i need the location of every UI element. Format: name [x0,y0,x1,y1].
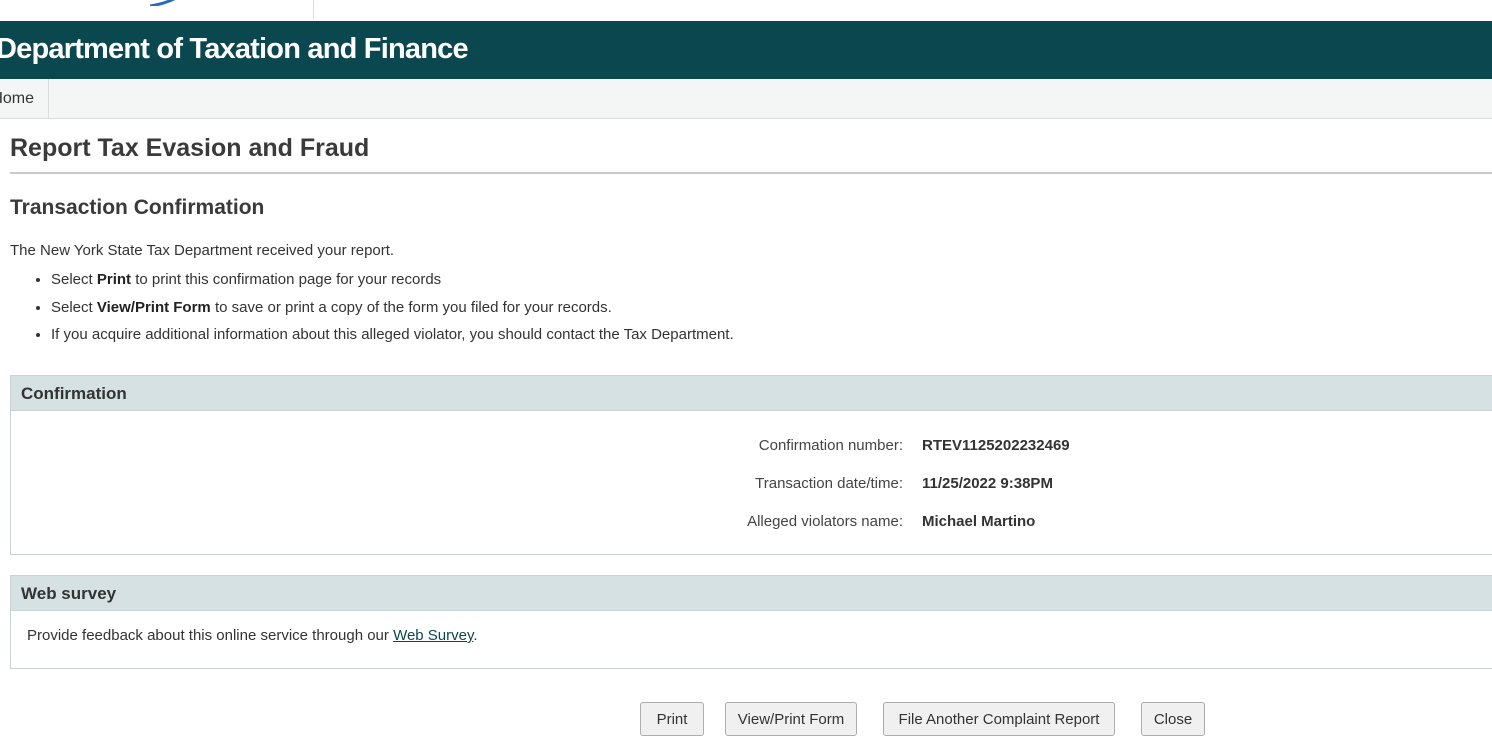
title-divider [10,172,1492,174]
agency-banner: Department of Taxation and Finance [0,21,1492,79]
web-survey-heading: Web survey [11,576,1492,611]
instruction-text: to save or print a copy of the form you … [210,298,612,316]
list-item: Select Print to print this confirmation … [51,268,734,296]
nys-logo-icon[interactable] [150,0,178,6]
view-print-form-button[interactable]: View/Print Form [725,702,857,736]
transaction-datetime-row: Transaction date/time: 11/25/2022 9:38PM [11,475,1492,497]
confirmation-number-label: Confirmation number: [758,437,903,454]
instruction-text: If you acquire additional information ab… [51,326,734,343]
print-button[interactable]: Print [640,702,704,736]
confirmation-number-value: RTEV1125202232469 [922,437,1070,454]
file-another-complaint-button[interactable]: File Another Complaint Report [883,702,1115,736]
confirmation-panel: Confirmation Confirmation number: RTEV11… [10,375,1492,555]
top-nav: Home [0,79,1492,119]
logo-divider [313,0,314,19]
confirmation-heading: Confirmation [11,376,1492,411]
web-survey-text-before: Provide feedback about this online servi… [27,627,394,644]
nav-home-link[interactable]: Home [0,79,49,118]
top-logo-strip [0,0,1492,21]
nav-home-label[interactable]: Home [0,90,34,108]
web-survey-link[interactable]: Web Survey [393,627,473,644]
confirmation-number-row: Confirmation number: RTEV1125202232469 [11,437,1492,459]
section-title: Transaction Confirmation [10,196,265,219]
instructions-list: Select Print to print this confirmation … [12,268,734,351]
transaction-datetime-label: Transaction date/time: [755,475,903,492]
violator-name-row: Alleged violators name: Michael Martino [11,513,1492,535]
instruction-prefix: Select [51,271,97,288]
agency-title: Department of Taxation and Finance [0,33,469,65]
transaction-datetime-value: 11/25/2022 9:38PM [922,475,1053,492]
instruction-keyword: Print [96,271,132,288]
web-survey-text: Provide feedback about this online servi… [27,627,478,644]
page-title: Report Tax Evasion and Fraud [10,134,370,162]
instruction-keyword: View/Print Form [96,298,211,316]
web-survey-text-after: . [473,627,478,644]
violator-name-value: Michael Martino [922,513,1036,530]
list-item: Select View/Print Form to save or print … [51,296,734,324]
web-survey-panel: Web survey Provide feedback about this o… [10,575,1492,669]
list-item: If you acquire additional information ab… [51,323,734,351]
intro-text: The New York State Tax Department receiv… [10,242,395,259]
instruction-text: to print this confirmation page for your… [131,271,442,288]
violator-name-label: Alleged violators name: [747,513,903,530]
instruction-prefix: Select [51,298,97,316]
close-button[interactable]: Close [1141,702,1205,736]
